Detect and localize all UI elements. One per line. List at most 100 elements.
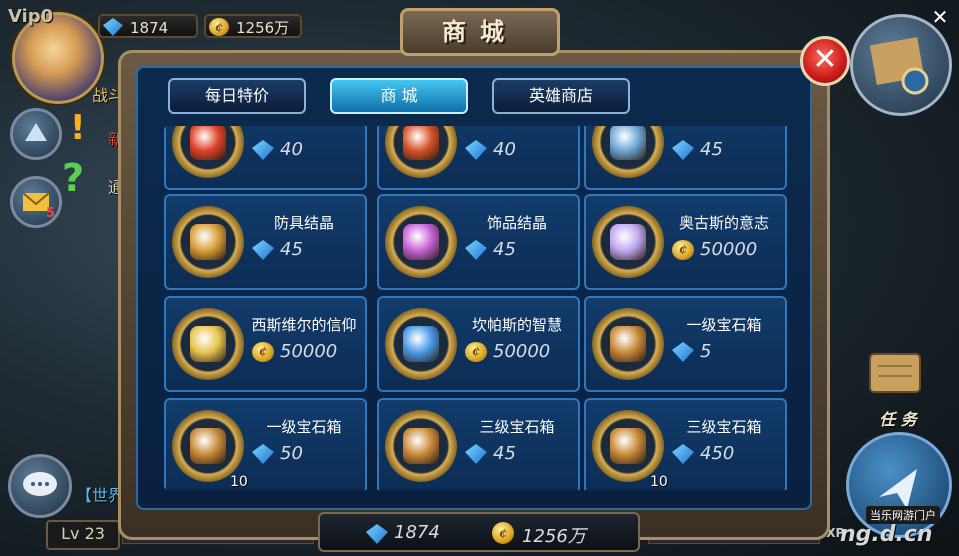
- item-medal: [172, 206, 244, 278]
- gold-coin-icon: ¢: [252, 342, 274, 362]
- arrow-up-icon: [25, 123, 47, 141]
- shop-item-card[interactable]: 饰品结晶 45: [377, 194, 580, 290]
- armor-crystal-icon: [190, 224, 226, 260]
- shop-item-card[interactable]: 三级宝石箱 450 10: [584, 398, 787, 490]
- chat-button[interactable]: [8, 454, 72, 518]
- quest-scroll-icon: [869, 353, 921, 393]
- gold-counter: ¢ 1256万: [204, 14, 302, 38]
- question-icon: ?: [62, 156, 85, 200]
- watermark-domain: ng.d.cn: [840, 522, 933, 547]
- treasure-chest-icon: [610, 428, 646, 464]
- diamond-icon: [465, 444, 487, 464]
- item-price: 45: [465, 442, 516, 466]
- item-price-value: 450: [700, 443, 735, 464]
- diamond-icon: [252, 240, 274, 260]
- shop-item-card[interactable]: 40: [164, 126, 367, 190]
- diamond-icon: [252, 140, 274, 160]
- diamond-icon: [672, 342, 694, 362]
- diamond-icon: [252, 444, 274, 464]
- shop-item-card[interactable]: 西斯维尔的信仰 ¢ 50000: [164, 296, 367, 392]
- diamond-icon: [672, 444, 694, 464]
- item-price-value: 5: [700, 341, 712, 362]
- item-medal: [172, 410, 244, 482]
- item-price-value: 45: [700, 139, 723, 160]
- level-box: Lv 23: [46, 520, 120, 550]
- shop-item-card[interactable]: 一级宝石箱 50 10: [164, 398, 367, 490]
- item-name: 一级宝石箱: [686, 316, 762, 334]
- diamond-count: 1874: [130, 19, 169, 37]
- item-medal: [592, 410, 664, 482]
- quest-button[interactable]: 任 务: [862, 342, 934, 429]
- treasure-chest-icon: [403, 428, 439, 464]
- item-price-value: 50000: [493, 341, 551, 362]
- item-medal: [172, 126, 244, 178]
- chat-channel-label: 【世界: [76, 486, 125, 505]
- gold-coin-icon: ¢: [465, 342, 487, 362]
- diamond-icon: [465, 240, 487, 260]
- item-price: 5: [672, 340, 711, 364]
- shop-item-grid[interactable]: 40 40 45 防具结晶 45 饰品结晶 45 奥古斯的意志 ¢ 50000 西斯维尔的信仰 ¢ 50…: [164, 126, 796, 490]
- item-medal: [592, 126, 664, 178]
- book-icon: [403, 326, 439, 362]
- item-name: 防具结晶: [273, 214, 334, 232]
- level-label: Lv: [61, 524, 80, 543]
- accessory-crystal-icon: [403, 224, 439, 260]
- item-name: 奥古斯的意志: [678, 214, 769, 232]
- item-price: ¢ 50000: [672, 238, 757, 262]
- item-price-value: 45: [493, 239, 516, 260]
- shop-item-card[interactable]: 45: [584, 126, 787, 190]
- item-price-value: 40: [493, 139, 516, 160]
- item-price: 45: [672, 138, 723, 162]
- fire-crystal-icon: [190, 126, 226, 160]
- item-medal: [385, 308, 457, 380]
- vip-label: Vip0: [8, 6, 54, 27]
- item-quantity: 10: [230, 474, 248, 490]
- item-price: 50: [252, 442, 303, 466]
- close-icon: ✕: [812, 42, 838, 77]
- shop-item-card[interactable]: 坎帕斯的智慧 ¢ 50000: [377, 296, 580, 392]
- gold-coin-icon: ¢: [672, 240, 694, 260]
- item-medal: [385, 126, 457, 178]
- tab-shop[interactable]: 商 城: [330, 78, 468, 114]
- item-medal: [385, 206, 457, 278]
- item-name: 坎帕斯的智慧: [471, 316, 562, 334]
- gold-coin-icon: ¢: [492, 522, 514, 544]
- gold-coin-icon: ¢: [209, 18, 229, 36]
- item-medal: [385, 410, 457, 482]
- shop-title: 商城: [400, 8, 560, 56]
- map-compass-icon: [869, 37, 929, 95]
- chat-bubble-icon: [23, 472, 57, 496]
- item-price-value: 45: [493, 443, 516, 464]
- diamond-icon: [103, 18, 123, 36]
- tab-daily-deals[interactable]: 每日特价: [168, 78, 306, 114]
- item-name: 西斯维尔的信仰: [251, 316, 357, 334]
- gold-count: 1256万: [236, 19, 290, 37]
- shop-item-card[interactable]: 三级宝石箱 45: [377, 398, 580, 490]
- diamond-icon: [672, 140, 694, 160]
- quest-label: 任 务: [879, 410, 917, 429]
- arrow-up-button[interactable]: [10, 108, 62, 160]
- tab-hero-shop[interactable]: 英雄商店: [492, 78, 630, 114]
- world-map-button[interactable]: [850, 14, 952, 116]
- item-medal: [172, 308, 244, 380]
- scales-icon: [190, 326, 226, 362]
- shop-close-button[interactable]: ✕: [800, 36, 850, 86]
- item-price: 40: [252, 138, 303, 162]
- shop-item-card[interactable]: 一级宝石箱 5: [584, 296, 787, 392]
- item-price-value: 50000: [700, 239, 758, 260]
- exclamation-icon: !: [70, 108, 86, 148]
- item-price: 450: [672, 442, 734, 466]
- shop-item-card[interactable]: 40: [377, 126, 580, 190]
- item-price-value: 50: [280, 443, 303, 464]
- treasure-chest-icon: [610, 326, 646, 362]
- item-price-value: 45: [280, 239, 303, 260]
- diamond-counter: 1874: [98, 14, 198, 38]
- item-price-value: 50000: [280, 341, 338, 362]
- shop-item-card[interactable]: 防具结晶 45: [164, 194, 367, 290]
- diamond-icon: [465, 140, 487, 160]
- item-medal: [592, 308, 664, 380]
- shop-footer-balance: 1874 ¢ 1256万: [318, 512, 640, 552]
- item-price: ¢ 50000: [465, 340, 550, 364]
- item-name: 饰品结晶: [486, 214, 547, 232]
- shop-item-card[interactable]: 奥古斯的意志 ¢ 50000: [584, 194, 787, 290]
